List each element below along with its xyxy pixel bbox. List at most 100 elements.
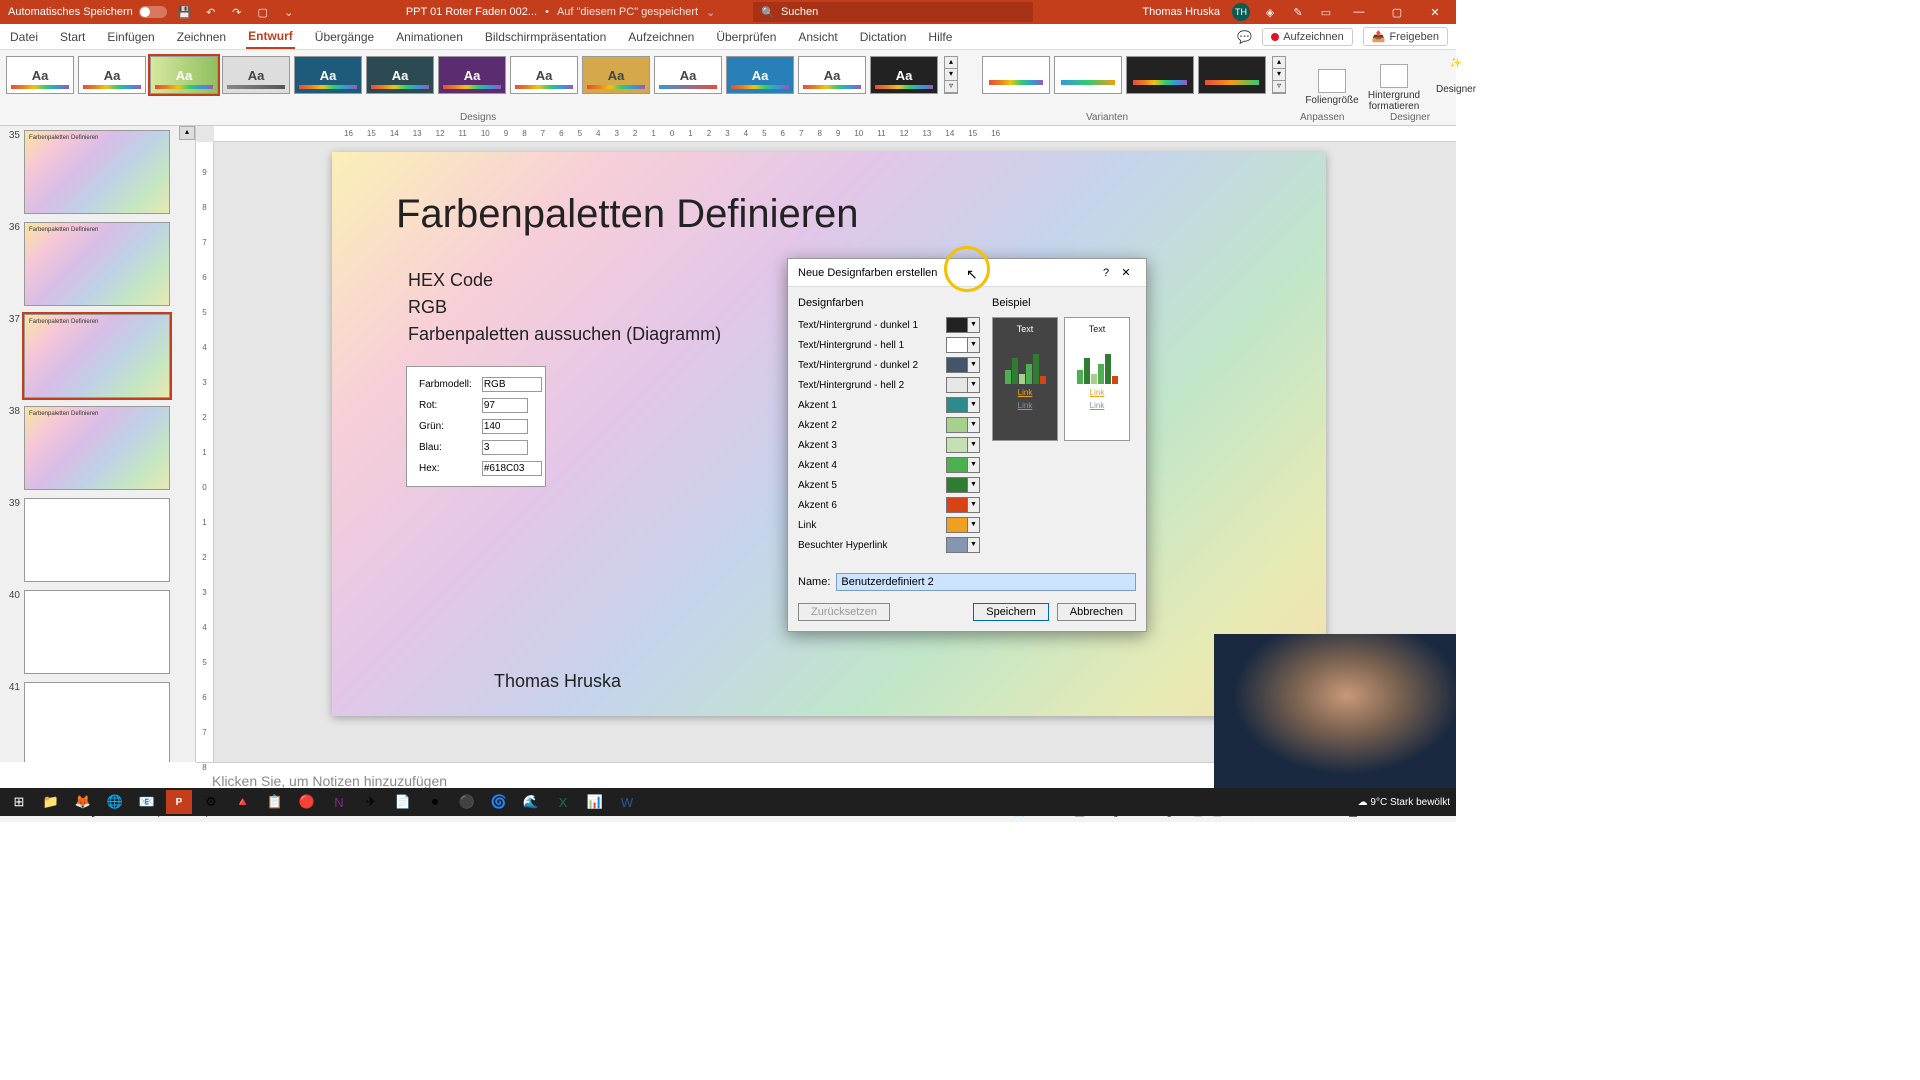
explorer-icon[interactable]: 📁 <box>38 790 64 814</box>
format-background-button[interactable]: Hintergrund formatieren <box>1366 64 1422 112</box>
blau-input[interactable] <box>482 440 528 455</box>
save-button[interactable]: Speichern <box>973 603 1049 621</box>
present-icon[interactable]: ▢ <box>255 4 271 20</box>
dialog-close-button[interactable]: ✕ <box>1116 266 1136 279</box>
variant-4[interactable] <box>1198 56 1266 94</box>
variants-scroll[interactable]: ▴▾▿ <box>1272 56 1286 94</box>
design-theme-7[interactable]: Aa <box>438 56 506 94</box>
slide-thumb-35[interactable]: Farbenpaletten Definieren <box>24 130 170 214</box>
color-dropdown-8[interactable]: ▼ <box>946 477 980 493</box>
app-icon-4[interactable]: ⏺ <box>422 790 448 814</box>
tab-aufzeichnen[interactable]: Aufzeichnen <box>626 26 696 48</box>
farbmodell-select[interactable] <box>482 377 542 392</box>
tab-ueberpruefen[interactable]: Überprüfen <box>714 26 778 48</box>
autosave-toggle[interactable]: Automatisches Speichern <box>8 6 167 18</box>
tab-animationen[interactable]: Animationen <box>394 26 465 48</box>
save-icon[interactable]: 💾 <box>177 4 193 20</box>
window-icon[interactable]: ▭ <box>1318 4 1334 20</box>
word-icon[interactable]: W <box>614 790 640 814</box>
outlook-icon[interactable]: 📧 <box>134 790 160 814</box>
color-dropdown-3[interactable]: ▼ <box>946 377 980 393</box>
design-theme-11[interactable]: Aa <box>726 56 794 94</box>
app-icon-1[interactable]: 📋 <box>262 790 288 814</box>
record-button[interactable]: Aufzeichnen <box>1262 28 1353 46</box>
design-theme-6[interactable]: Aa <box>366 56 434 94</box>
more-icon[interactable]: ⌄ <box>281 4 297 20</box>
excel-icon[interactable]: X <box>550 790 576 814</box>
tab-dictation[interactable]: Dictation <box>858 26 909 48</box>
app-icon-2[interactable]: 🔴 <box>294 790 320 814</box>
close-button[interactable]: ✕ <box>1422 6 1448 19</box>
obs-icon[interactable]: ⚫ <box>454 790 480 814</box>
color-dropdown-10[interactable]: ▼ <box>946 517 980 533</box>
color-dropdown-7[interactable]: ▼ <box>946 457 980 473</box>
redo-icon[interactable]: ↷ <box>229 4 245 20</box>
firefox-icon[interactable]: 🦊 <box>70 790 96 814</box>
design-theme-12[interactable]: Aa <box>798 56 866 94</box>
slide-thumb-36[interactable]: Farbenpaletten Definieren <box>24 222 170 306</box>
tab-ansicht[interactable]: Ansicht <box>796 26 839 48</box>
slide-size-button[interactable]: Foliengröße <box>1304 69 1360 106</box>
designer-group[interactable]: ✨ Designer <box>1436 52 1476 123</box>
powerpoint-icon[interactable]: P <box>166 790 192 814</box>
tab-bildschirm[interactable]: Bildschirmpräsentation <box>483 26 608 48</box>
weather-widget[interactable]: ☁ 9°C Stark bewölkt <box>1358 797 1450 808</box>
color-dropdown-2[interactable]: ▼ <box>946 357 980 373</box>
user-avatar[interactable]: TH <box>1232 3 1250 21</box>
design-theme-8[interactable]: Aa <box>510 56 578 94</box>
design-theme-4[interactable]: Aa <box>222 56 290 94</box>
app-icon-6[interactable]: 📊 <box>582 790 608 814</box>
app-icon-3[interactable]: 📄 <box>390 790 416 814</box>
tab-entwurf[interactable]: Entwurf <box>246 25 295 49</box>
slide-thumb-40[interactable] <box>24 590 170 674</box>
reset-button[interactable]: Zurücksetzen <box>798 603 890 621</box>
undo-icon[interactable]: ↶ <box>203 4 219 20</box>
tab-datei[interactable]: Datei <box>8 26 40 48</box>
color-dropdown-6[interactable]: ▼ <box>946 437 980 453</box>
variant-1[interactable] <box>982 56 1050 94</box>
color-dropdown-5[interactable]: ▼ <box>946 417 980 433</box>
start-button[interactable]: ⊞ <box>6 790 32 814</box>
gruen-input[interactable] <box>482 419 528 434</box>
color-dropdown-1[interactable]: ▼ <box>946 337 980 353</box>
toggle-switch[interactable] <box>139 6 167 18</box>
settings-icon[interactable]: ⚙ <box>198 790 224 814</box>
maximize-button[interactable]: ▢ <box>1384 6 1410 19</box>
design-theme-2[interactable]: Aa <box>78 56 146 94</box>
tab-uebergaenge[interactable]: Übergänge <box>313 26 376 48</box>
design-theme-1[interactable]: Aa <box>6 56 74 94</box>
color-dropdown-0[interactable]: ▼ <box>946 317 980 333</box>
minimize-button[interactable]: — <box>1346 6 1372 18</box>
tab-einfuegen[interactable]: Einfügen <box>105 26 156 48</box>
edge-icon[interactable]: 🌊 <box>518 790 544 814</box>
variant-3[interactable] <box>1126 56 1194 94</box>
slide-thumb-41[interactable] <box>24 682 170 762</box>
slide-thumb-37[interactable]: Farbenpaletten Definieren <box>24 314 170 398</box>
tab-start[interactable]: Start <box>58 26 87 48</box>
dialog-help-button[interactable]: ? <box>1096 267 1116 279</box>
color-dropdown-9[interactable]: ▼ <box>946 497 980 513</box>
slide-thumb-39[interactable] <box>24 498 170 582</box>
color-dropdown-4[interactable]: ▼ <box>946 397 980 413</box>
telegram-icon[interactable]: ✈ <box>358 790 384 814</box>
color-dropdown-11[interactable]: ▼ <box>946 537 980 553</box>
design-theme-9[interactable]: Aa <box>582 56 650 94</box>
tab-zeichnen[interactable]: Zeichnen <box>175 26 228 48</box>
design-theme-3[interactable]: Aa <box>150 56 218 94</box>
comments-icon[interactable]: 💬 <box>1237 30 1252 44</box>
variant-2[interactable] <box>1054 56 1122 94</box>
name-input[interactable] <box>836 573 1136 591</box>
search-input[interactable]: 🔍 Suchen <box>753 2 1033 22</box>
designs-scroll[interactable]: ▴▾▿ <box>944 56 958 94</box>
panel-scroll-up[interactable]: ▴ <box>179 126 195 140</box>
draw-icon[interactable]: ✎ <box>1290 4 1306 20</box>
app-icon-5[interactable]: 🌀 <box>486 790 512 814</box>
cancel-button[interactable]: Abbrechen <box>1057 603 1136 621</box>
hex-input[interactable] <box>482 461 542 476</box>
slide-thumb-38[interactable]: Farbenpaletten Definieren <box>24 406 170 490</box>
chrome-icon[interactable]: 🌐 <box>102 790 128 814</box>
slide-title[interactable]: Farbenpaletten Definieren <box>332 152 1326 237</box>
teams-icon[interactable]: ◈ <box>1262 4 1278 20</box>
share-button[interactable]: 📤 Freigeben <box>1363 27 1448 46</box>
rot-input[interactable] <box>482 398 528 413</box>
